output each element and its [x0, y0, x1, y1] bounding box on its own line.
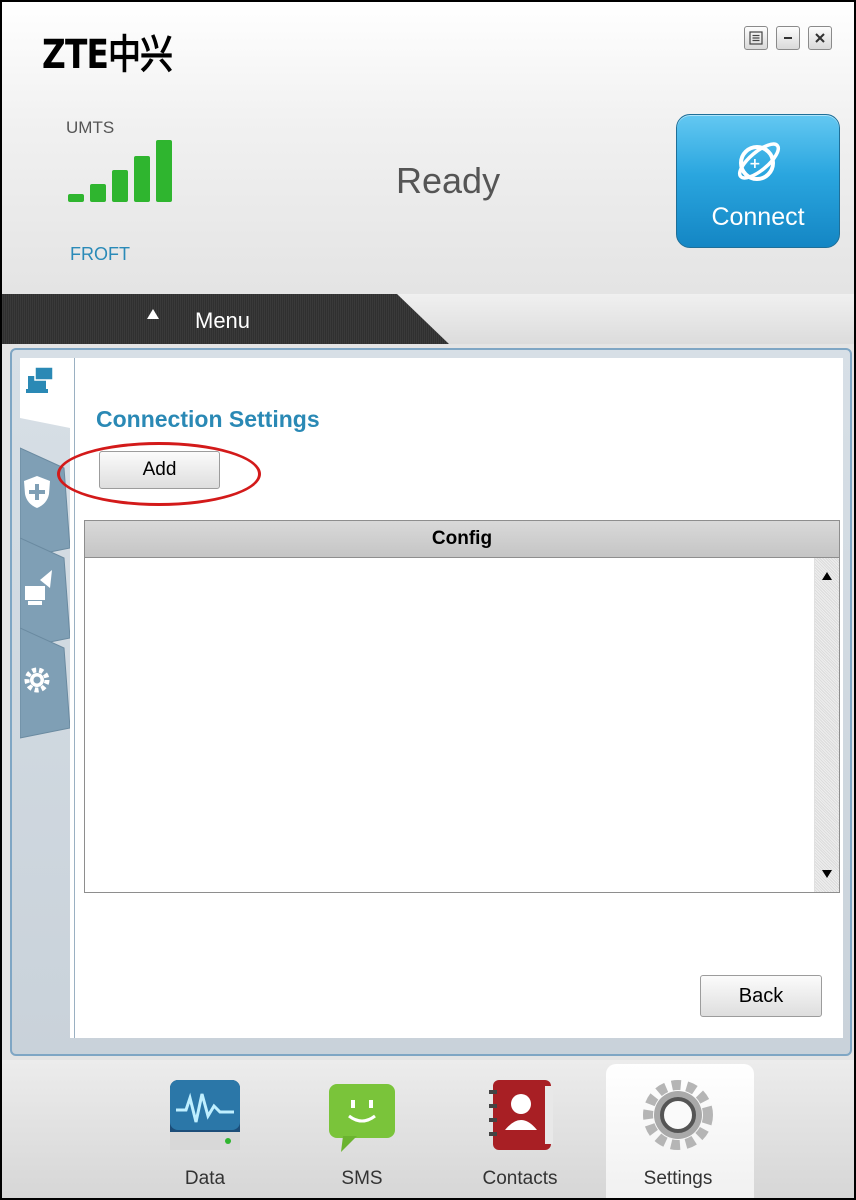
options-icon	[749, 31, 763, 45]
menu-up-arrow-icon[interactable]	[146, 308, 160, 320]
config-table-header: Config	[85, 521, 839, 558]
operator-name: FROFT	[70, 244, 130, 264]
window-controls	[744, 26, 832, 50]
svg-text:+: +	[749, 156, 761, 172]
dock-item-settings[interactable]: Settings	[618, 1076, 738, 1190]
close-button[interactable]	[808, 26, 832, 50]
scroll-up-arrow-icon[interactable]	[822, 572, 832, 580]
page-title: Connection Settings	[96, 406, 320, 432]
dock-item-sms[interactable]: SMS	[302, 1076, 422, 1190]
connect-label: Connect	[711, 203, 805, 231]
close-icon	[815, 33, 825, 43]
menu-bar-light	[397, 294, 854, 344]
signal-strength-icon	[68, 140, 172, 202]
dock-label-sms: SMS	[341, 1168, 383, 1189]
back-button[interactable]: Back	[700, 975, 822, 1017]
dock-label-contacts: Contacts	[482, 1168, 558, 1189]
sms-icon	[329, 1084, 395, 1152]
app-window: ZTE中兴 UMTS FROFT Ready + Connect Menu Co…	[0, 0, 856, 1200]
connect-globe-icon: +	[737, 142, 781, 181]
data-icon	[170, 1080, 240, 1150]
dock-item-contacts[interactable]: Contacts	[460, 1076, 580, 1190]
options-button[interactable]	[744, 26, 768, 50]
zte-logo: ZTE中兴	[42, 32, 173, 78]
config-scrollbar[interactable]	[814, 558, 839, 892]
minimize-button[interactable]	[776, 26, 800, 50]
dock-label-settings: Settings	[643, 1168, 713, 1189]
config-table: Config	[84, 520, 840, 893]
connection-status: Ready	[396, 160, 501, 201]
scroll-down-arrow-icon[interactable]	[822, 870, 832, 878]
highlight-annotation	[57, 442, 261, 506]
network-type: UMTS	[66, 118, 115, 137]
dock-label-data: Data	[184, 1168, 226, 1189]
minimize-icon	[784, 37, 792, 39]
settings-icon	[643, 1080, 713, 1150]
connect-button[interactable]: + Connect	[676, 114, 840, 248]
contacts-icon	[489, 1080, 553, 1150]
dock-item-data[interactable]: Data	[145, 1076, 265, 1190]
menu-toggle[interactable]: Menu	[195, 308, 250, 334]
